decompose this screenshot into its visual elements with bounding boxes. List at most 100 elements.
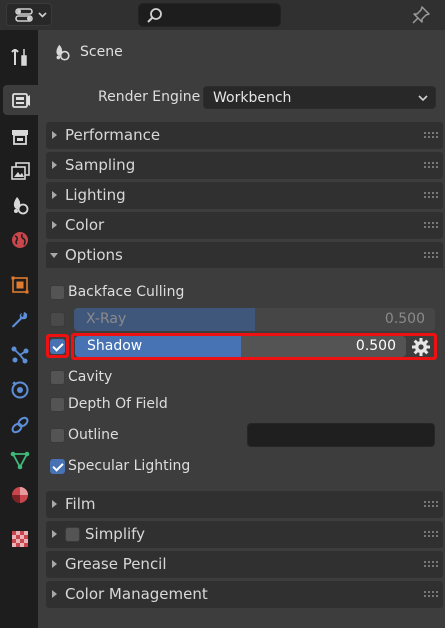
- section-label: Color: [65, 216, 105, 234]
- tab-physics[interactable]: [5, 375, 35, 405]
- section-label: Performance: [65, 126, 161, 144]
- modifier-icon: [12, 312, 28, 328]
- expand-arrow-icon: [52, 161, 57, 169]
- breadcrumb: Scene: [52, 42, 123, 62]
- output-icon: [12, 130, 28, 145]
- scene-icon: [13, 197, 29, 215]
- data-icon: [10, 451, 30, 470]
- expand-arrow-icon: [52, 500, 57, 508]
- tab-scene[interactable]: [5, 190, 35, 220]
- chevron-down-icon: [418, 95, 428, 102]
- material-icon: [12, 487, 28, 503]
- depth-of-field-label: Depth Of Field: [68, 396, 168, 412]
- collapse-arrow-icon: [50, 253, 58, 258]
- pin-button[interactable]: [410, 4, 432, 26]
- tab-world[interactable]: [5, 225, 35, 255]
- view-layer-icon: [11, 162, 30, 180]
- expand-arrow-icon: [52, 560, 57, 568]
- section-label: Simplify: [85, 525, 146, 543]
- search-icon: [147, 8, 162, 23]
- gear-icon[interactable]: [411, 337, 431, 357]
- scene-icon: [56, 44, 70, 61]
- shadow-checkbox[interactable]: [50, 339, 65, 354]
- section-label: Color Management: [65, 585, 208, 603]
- section-lighting[interactable]: Lighting: [46, 182, 443, 209]
- pin-icon: [412, 6, 430, 24]
- drag-grip-icon[interactable]: [423, 590, 439, 599]
- expand-arrow-icon: [52, 221, 57, 229]
- specular-lighting-checkbox[interactable]: [50, 459, 65, 474]
- outline-label: Outline: [68, 427, 119, 443]
- render-engine-label: Render Engine: [98, 89, 201, 105]
- expand-arrow-icon: [52, 590, 57, 598]
- tab-texture[interactable]: [5, 524, 35, 554]
- physics-icon: [11, 381, 29, 399]
- drag-grip-icon[interactable]: [423, 161, 439, 170]
- tab-modifiers[interactable]: [5, 305, 35, 335]
- section-color[interactable]: Color: [46, 212, 443, 239]
- section-performance[interactable]: Performance: [46, 122, 443, 149]
- xray-checkbox[interactable]: [50, 312, 65, 327]
- tab-material[interactable]: [5, 480, 35, 510]
- cavity-checkbox[interactable]: [50, 370, 65, 385]
- tab-tool[interactable]: [5, 42, 35, 72]
- section-film[interactable]: Film: [46, 491, 443, 518]
- section-simplify[interactable]: Simplify: [46, 521, 443, 548]
- object-icon: [11, 276, 29, 294]
- search-input[interactable]: [138, 3, 281, 27]
- tab-object[interactable]: [5, 270, 35, 300]
- tab-view-layer[interactable]: [5, 156, 35, 186]
- constraints-icon: [11, 416, 29, 434]
- section-label: Options: [65, 246, 123, 264]
- render-icon: [11, 93, 30, 108]
- shadow-slider-value: 0.500: [355, 338, 396, 354]
- properties-tabs: [0, 30, 38, 628]
- particles-icon: [11, 346, 29, 364]
- tab-render[interactable]: [3, 85, 38, 115]
- drag-grip-icon[interactable]: [423, 251, 439, 260]
- properties-editor-icon: [15, 8, 47, 22]
- drag-grip-icon[interactable]: [423, 500, 439, 509]
- expand-arrow-icon: [52, 131, 57, 139]
- editor-type-button[interactable]: [6, 3, 52, 26]
- section-label: Sampling: [65, 156, 136, 174]
- simplify-checkbox[interactable]: [65, 527, 80, 542]
- shadow-slider[interactable]: Shadow 0.500: [75, 336, 406, 357]
- top-header: [0, 0, 445, 30]
- outline-checkbox[interactable]: [50, 428, 65, 443]
- section-label: Film: [65, 495, 96, 513]
- tab-constraints[interactable]: [5, 410, 35, 440]
- section-label: Lighting: [65, 186, 126, 204]
- render-engine-dropdown[interactable]: Workbench: [203, 86, 436, 109]
- drag-grip-icon[interactable]: [423, 131, 439, 140]
- outline-color-field[interactable]: [247, 423, 435, 447]
- drag-grip-icon[interactable]: [423, 560, 439, 569]
- drag-grip-icon[interactable]: [423, 221, 439, 230]
- expand-arrow-icon: [52, 530, 57, 538]
- drag-grip-icon[interactable]: [423, 191, 439, 200]
- specular-lighting-label: Specular Lighting: [68, 458, 191, 474]
- cavity-label: Cavity: [68, 369, 113, 385]
- backface-culling-checkbox[interactable]: [50, 285, 65, 300]
- xray-slider-label: X-Ray: [86, 311, 127, 327]
- tool-icon: [11, 49, 27, 66]
- section-label: Grease Pencil: [65, 555, 167, 573]
- section-options[interactable]: Options: [46, 242, 443, 269]
- tab-particles[interactable]: [5, 340, 35, 370]
- section-sampling[interactable]: Sampling: [46, 152, 443, 179]
- shadow-slider-label: Shadow: [87, 338, 143, 354]
- breadcrumb-label: Scene: [80, 44, 123, 60]
- section-color-management[interactable]: Color Management: [46, 581, 443, 608]
- depth-of-field-checkbox[interactable]: [50, 397, 65, 412]
- xray-slider[interactable]: X-Ray 0.500: [74, 308, 435, 331]
- section-grease-pencil[interactable]: Grease Pencil: [46, 551, 443, 578]
- tab-data[interactable]: [5, 445, 35, 475]
- properties-panel: Scene Render Engine Workbench Performanc…: [38, 30, 445, 628]
- world-icon: [12, 232, 28, 248]
- expand-arrow-icon: [52, 191, 57, 199]
- drag-grip-icon[interactable]: [423, 530, 439, 539]
- backface-culling-label: Backface Culling: [68, 284, 185, 300]
- render-engine-value: Workbench: [213, 90, 292, 106]
- texture-icon: [12, 531, 28, 547]
- tab-output[interactable]: [5, 122, 35, 152]
